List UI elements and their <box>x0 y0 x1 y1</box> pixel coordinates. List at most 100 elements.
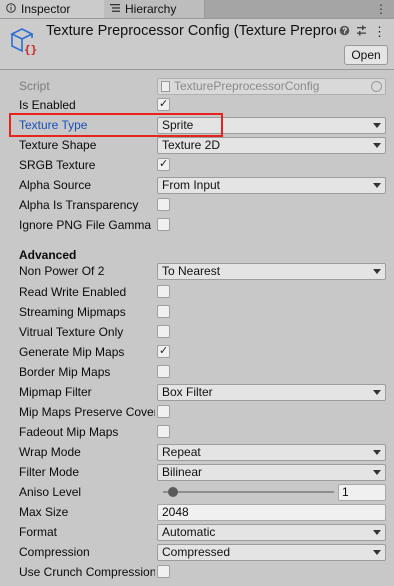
compression-dropdown[interactable]: Compressed <box>157 544 386 561</box>
chevron-down-icon <box>373 269 381 274</box>
asset-title: Texture Preprocessor Config (Texture Pre… <box>46 23 336 39</box>
chevron-down-icon <box>373 470 381 475</box>
alpha-transparency-label: Alpha Is Transparency <box>19 198 139 212</box>
row-crunch-compression: Use Crunch Compression <box>0 562 394 582</box>
compression-value: Compressed <box>162 545 231 559</box>
crunch-compression-label: Use Crunch Compression <box>19 565 155 579</box>
max-size-value: 2048 <box>162 505 189 519</box>
alpha-source-dropdown[interactable]: From Input <box>157 177 386 194</box>
non-power-of-2-dropdown[interactable]: To Nearest <box>157 263 386 280</box>
non-power-of-2-label: Non Power Of 2 <box>19 264 105 278</box>
chevron-down-icon <box>373 143 381 148</box>
scriptable-object-icon: {} <box>8 25 40 59</box>
is-enabled-label: Is Enabled <box>19 98 76 112</box>
object-picker-icon <box>371 81 382 92</box>
script-value: TexturePreprocessorConfig <box>174 79 320 93</box>
row-texture-shape: Texture Shape Texture 2D <box>0 135 394 155</box>
streaming-mipmaps-label: Streaming Mipmaps <box>19 305 126 319</box>
tab-menu-icon[interactable]: ⋮ <box>375 2 388 16</box>
virtual-texture-only-checkbox[interactable] <box>157 325 170 338</box>
max-size-field[interactable]: 2048 <box>157 504 386 521</box>
wrap-mode-label: Wrap Mode <box>19 445 81 459</box>
border-mip-maps-label: Border Mip Maps <box>19 365 111 379</box>
texture-shape-dropdown[interactable]: Texture 2D <box>157 137 386 154</box>
tab-bar: Inspector Hierarchy ⋮ <box>0 0 394 19</box>
help-icon[interactable]: ? <box>339 24 350 40</box>
advanced-section-title: Advanced <box>19 248 77 262</box>
script-label: Script <box>19 79 50 93</box>
row-filter-mode: Filter Mode Bilinear <box>0 462 394 482</box>
preset-icon[interactable] <box>356 24 367 40</box>
row-wrap-mode: Wrap Mode Repeat <box>0 442 394 462</box>
chevron-down-icon <box>373 183 381 188</box>
row-script: Script TexturePreprocessorConfig <box>0 76 394 96</box>
preserve-coverage-label: Mip Maps Preserve Coverage <box>19 405 155 419</box>
streaming-mipmaps-checkbox[interactable] <box>157 305 170 318</box>
wrap-mode-value: Repeat <box>162 445 201 459</box>
svg-text:?: ? <box>342 27 347 36</box>
script-file-icon <box>161 81 170 92</box>
chevron-down-icon <box>373 550 381 555</box>
row-max-size: Max Size 2048 <box>0 502 394 522</box>
svg-text:{}: {} <box>24 43 37 56</box>
aniso-level-value: 1 <box>342 485 349 499</box>
chevron-down-icon <box>373 530 381 535</box>
crunch-compression-checkbox[interactable] <box>157 565 170 578</box>
row-ignore-png-gamma: Ignore PNG File Gamma <box>0 215 394 235</box>
srgb-label: SRGB Texture <box>19 158 96 172</box>
row-alpha-transparency: Alpha Is Transparency <box>0 195 394 215</box>
is-enabled-checkbox[interactable]: ✓ <box>157 98 170 111</box>
row-preserve-coverage: Mip Maps Preserve Coverage <box>0 402 394 422</box>
srgb-checkbox[interactable]: ✓ <box>157 158 170 171</box>
tab-hierarchy[interactable]: Hierarchy <box>104 0 205 18</box>
alpha-transparency-checkbox[interactable] <box>157 198 170 211</box>
script-field: TexturePreprocessorConfig <box>157 78 386 95</box>
row-compression: Compression Compressed <box>0 542 394 562</box>
read-write-checkbox[interactable] <box>157 285 170 298</box>
mipmap-filter-value: Box Filter <box>162 385 213 399</box>
generate-mip-maps-checkbox[interactable]: ✓ <box>157 345 170 358</box>
fadeout-mip-maps-checkbox[interactable] <box>157 425 170 438</box>
aniso-slider-handle[interactable] <box>168 487 179 497</box>
ignore-png-gamma-checkbox[interactable] <box>157 218 170 231</box>
texture-type-value: Sprite <box>162 118 194 132</box>
row-texture-type: Texture Type Sprite <box>0 115 394 135</box>
menu-icon[interactable]: ⋮ <box>373 24 386 40</box>
checkmark-icon: ✓ <box>159 158 169 170</box>
fadeout-mip-maps-label: Fadeout Mip Maps <box>19 425 119 439</box>
aniso-slider-track[interactable] <box>163 491 334 493</box>
alpha-source-label: Alpha Source <box>19 178 92 192</box>
format-dropdown[interactable]: Automatic <box>157 524 386 541</box>
non-power-of-2-value: To Nearest <box>162 264 221 278</box>
row-read-write: Read Write Enabled <box>0 282 394 302</box>
header-tools: ? ⋮ <box>339 24 386 40</box>
format-value: Automatic <box>162 525 216 539</box>
row-border-mip-maps: Border Mip Maps <box>0 362 394 382</box>
chevron-down-icon <box>373 390 381 395</box>
texture-type-dropdown[interactable]: Sprite <box>157 117 386 134</box>
row-alpha-source: Alpha Source From Input <box>0 175 394 195</box>
row-mipmap-filter: Mipmap Filter Box Filter <box>0 382 394 402</box>
border-mip-maps-checkbox[interactable] <box>157 365 170 378</box>
aniso-level-field[interactable]: 1 <box>338 484 386 501</box>
texture-type-label: Texture Type <box>19 118 88 132</box>
texture-shape-label: Texture Shape <box>19 138 97 152</box>
row-non-power-of-2: Non Power Of 2 To Nearest <box>0 261 394 281</box>
open-button[interactable]: Open <box>344 45 388 65</box>
checkmark-icon: ✓ <box>159 98 169 110</box>
row-fadeout-mip-maps: Fadeout Mip Maps <box>0 422 394 442</box>
preserve-coverage-checkbox[interactable] <box>157 405 170 418</box>
tab-inspector[interactable]: Inspector <box>0 0 105 18</box>
info-icon <box>6 2 16 16</box>
row-generate-mip-maps: Generate Mip Maps ✓ <box>0 342 394 362</box>
read-write-label: Read Write Enabled <box>19 285 127 299</box>
wrap-mode-dropdown[interactable]: Repeat <box>157 444 386 461</box>
row-is-enabled: Is Enabled ✓ <box>0 95 394 115</box>
property-panel: Script TexturePreprocessorConfig Is Enab… <box>0 70 394 586</box>
row-format: Format Automatic <box>0 522 394 542</box>
mipmap-filter-dropdown[interactable]: Box Filter <box>157 384 386 401</box>
filter-mode-dropdown[interactable]: Bilinear <box>157 464 386 481</box>
inspector-header: {} Texture Preprocessor Config (Texture … <box>0 19 394 70</box>
format-label: Format <box>19 525 58 539</box>
checkmark-icon: ✓ <box>159 345 169 357</box>
